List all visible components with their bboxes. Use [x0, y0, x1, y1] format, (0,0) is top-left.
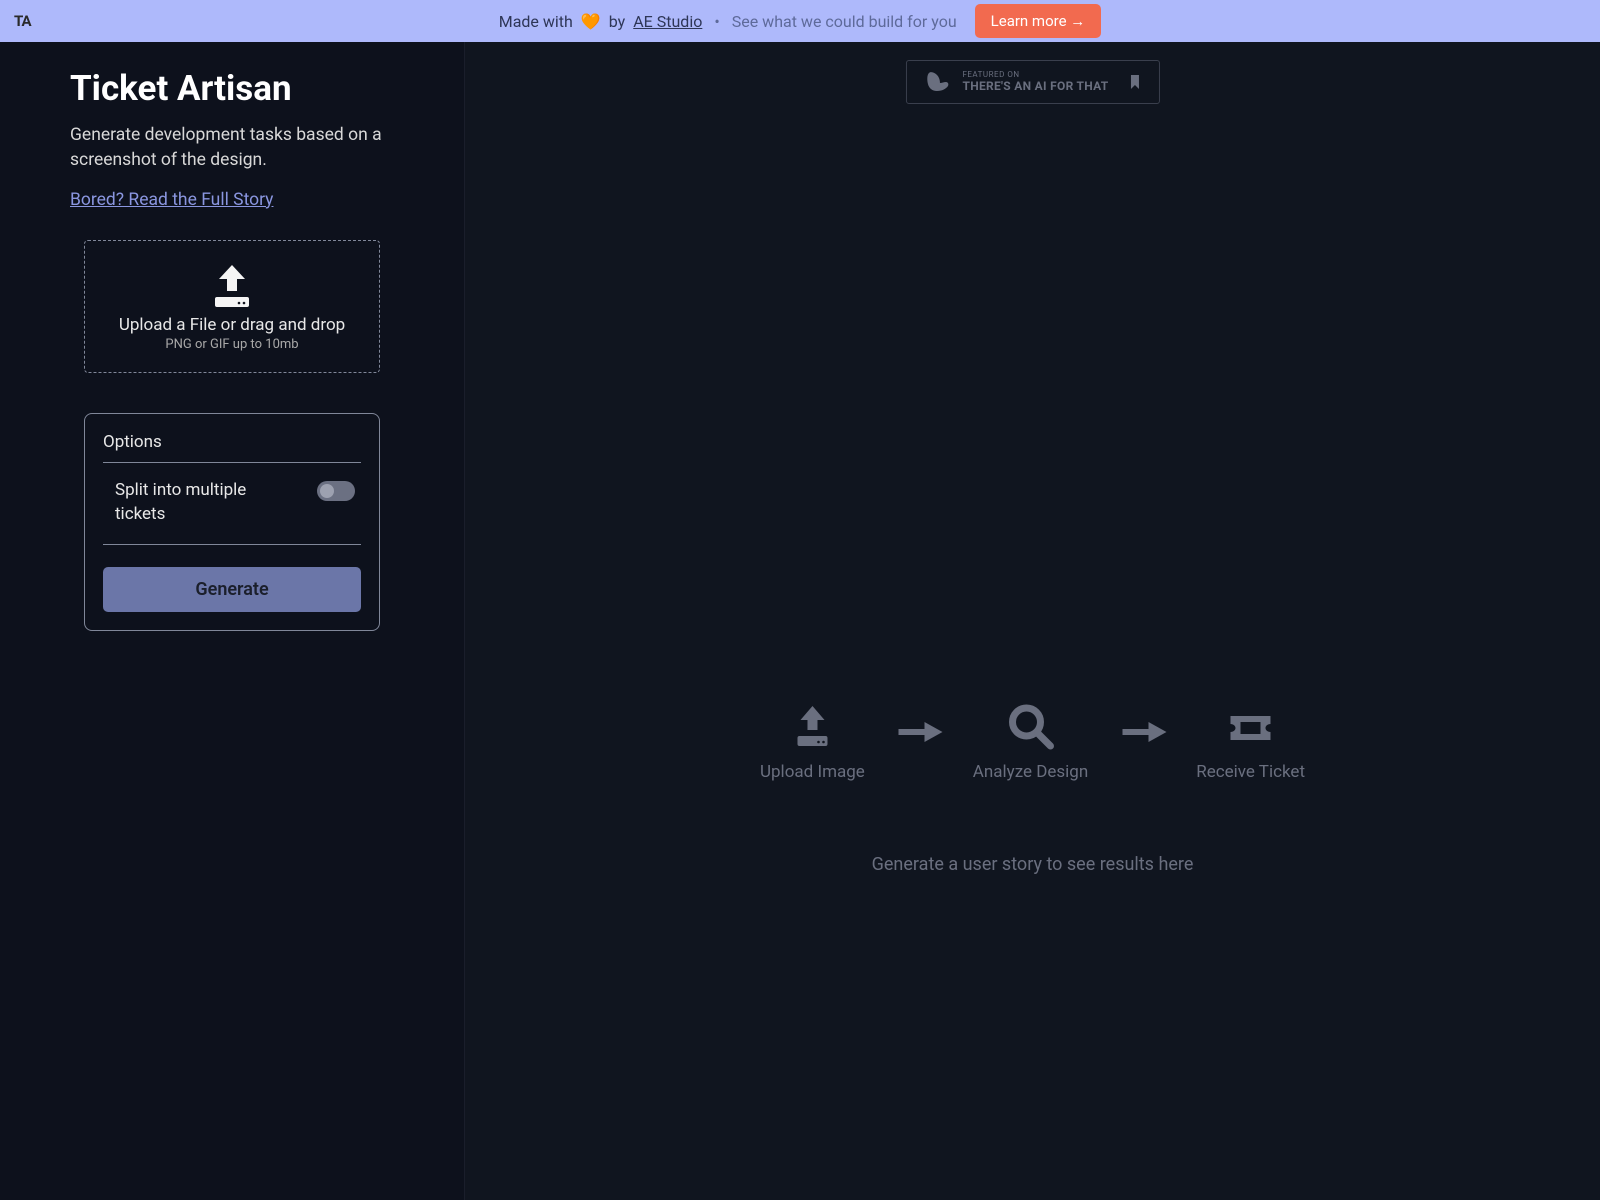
step-receive-label: Receive Ticket: [1196, 762, 1305, 782]
full-story-link[interactable]: Bored? Read the Full Story: [70, 190, 273, 210]
generate-button[interactable]: Generate: [103, 567, 361, 612]
step-receive: Receive Ticket: [1196, 702, 1305, 782]
steps-row: Upload Image Analyze Design: [760, 702, 1305, 782]
top-banner: TA Made with 🧡 by AE Studio • See what w…: [0, 0, 1600, 42]
option-row-split: Split into multiple tickets: [103, 479, 361, 546]
by-text: by: [609, 12, 625, 31]
featured-text: FEATURED ON THERE'S AN AI FOR THAT: [962, 71, 1108, 93]
app-description: Generate development tasks based on a sc…: [70, 123, 394, 174]
step-analyze: Analyze Design: [973, 702, 1088, 782]
options-title: Options: [103, 432, 361, 463]
upload-main-text: Upload a File or drag and drop: [99, 315, 365, 335]
toggle-knob: [320, 484, 334, 498]
upload-step-icon: [788, 702, 836, 750]
arrow-right-icon: [895, 722, 943, 742]
banner-dot-separator: •: [710, 12, 723, 31]
upload-dropzone[interactable]: Upload a File or drag and drop PNG or GI…: [84, 240, 380, 373]
bookmark-icon: [1129, 75, 1141, 89]
sidebar: Ticket Artisan Generate development task…: [0, 42, 465, 1200]
ae-studio-link[interactable]: AE Studio: [633, 12, 702, 31]
step-analyze-label: Analyze Design: [973, 762, 1088, 782]
upload-icon: [207, 261, 257, 311]
magnify-icon: [1007, 702, 1055, 750]
muscle-icon: [924, 71, 950, 93]
made-with-text: Made with: [499, 12, 573, 31]
learn-more-button[interactable]: Learn more →: [975, 4, 1102, 38]
app-title: Ticket Artisan: [70, 68, 394, 109]
ticket-icon: [1227, 702, 1275, 750]
main-layout: Ticket Artisan Generate development task…: [0, 42, 1600, 1200]
upload-sub-text: PNG or GIF up to 10mb: [99, 337, 365, 352]
split-toggle[interactable]: [317, 481, 355, 501]
banner-subtext: See what we could build for you: [732, 12, 957, 31]
arrow-right-icon: [1118, 722, 1166, 742]
banner-center: Made with 🧡 by AE Studio • See what we c…: [499, 4, 1102, 38]
content-area: FEATURED ON THERE'S AN AI FOR THAT Uploa…: [465, 42, 1600, 1200]
step-upload: Upload Image: [760, 702, 865, 782]
featured-big-text: THERE'S AN AI FOR THAT: [962, 80, 1108, 93]
logo-ta[interactable]: TA: [14, 12, 31, 30]
placeholder-text: Generate a user story to see results her…: [872, 854, 1194, 875]
split-label: Split into multiple tickets: [115, 479, 275, 527]
featured-badge[interactable]: FEATURED ON THERE'S AN AI FOR THAT: [905, 60, 1159, 104]
heart-icon: 🧡: [581, 12, 601, 31]
step-upload-label: Upload Image: [760, 762, 865, 782]
options-card: Options Split into multiple tickets Gene…: [84, 413, 380, 632]
